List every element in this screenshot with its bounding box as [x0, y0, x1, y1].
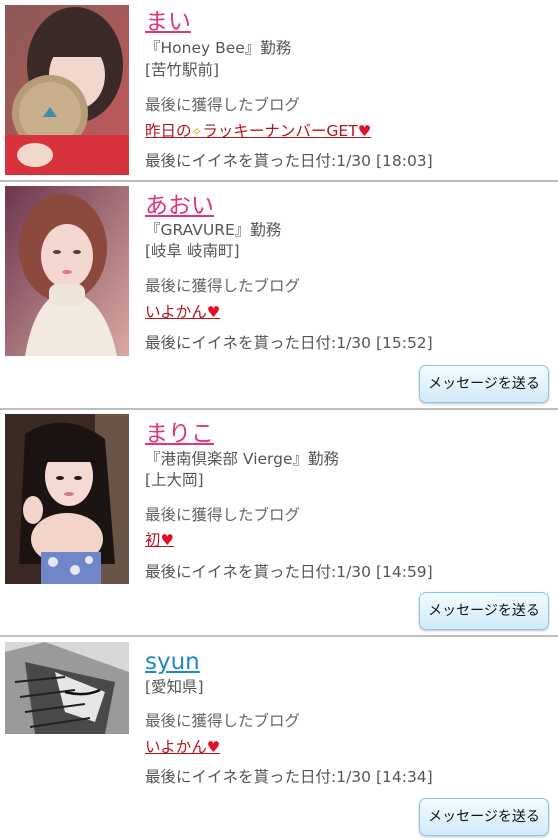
shop-name: 『GRAVURE』勤務 — [145, 221, 282, 239]
last-like-date: 最後にイイネを貰った日付:1/30 [14:34] — [145, 768, 433, 786]
blog-title-part2: ラッキーナンバーGET — [202, 122, 358, 140]
card-divider — [0, 635, 558, 637]
woman-long-hair-photo — [5, 414, 129, 584]
profile-name[interactable]: まりこ — [145, 420, 214, 448]
heart-icon: ♥ — [357, 122, 372, 140]
blog-title: 初 — [145, 531, 161, 549]
woman-turtleneck-photo — [5, 186, 129, 356]
area: [苦竹駅前] — [145, 61, 220, 79]
blog-label: 最後に獲得したブログ — [145, 712, 301, 730]
last-like-date: 最後にイイネを貰った日付:1/30 [15:52] — [145, 334, 433, 352]
card-divider — [0, 180, 558, 182]
heart-icon: ♥ — [206, 303, 221, 321]
profile-name[interactable]: まい — [145, 8, 191, 36]
profile-name[interactable]: あおい — [145, 192, 214, 220]
area: [愛知県] — [145, 678, 204, 696]
profile-photo[interactable] — [5, 414, 129, 584]
woman-holding-coaster-photo — [5, 5, 129, 175]
profile-photo[interactable] — [5, 5, 129, 175]
sparkle-icon: ✧ — [191, 125, 203, 140]
card-divider — [0, 408, 558, 410]
heart-icon: ♥ — [206, 738, 221, 756]
blog-link[interactable]: 昨日の✧ラッキーナンバーGET♥ — [145, 121, 371, 143]
shop-name: 『港南倶楽部 Vierge』勤務 — [145, 450, 340, 468]
blog-link[interactable]: いよかん♥ — [145, 302, 220, 322]
heart-icon: ♥ — [160, 531, 174, 549]
send-message-button[interactable]: メッセージを送る — [419, 798, 549, 836]
blog-title: いよかん — [145, 738, 207, 756]
area: [岐阜 岐南町] — [145, 242, 240, 260]
blog-label: 最後に獲得したブログ — [145, 506, 301, 524]
profile-photo[interactable] — [5, 186, 129, 356]
profile-photo[interactable] — [5, 642, 129, 734]
blog-label: 最後に獲得したブログ — [145, 96, 301, 114]
send-message-button[interactable]: メッセージを送る — [419, 365, 549, 403]
blog-link[interactable]: 初♥ — [145, 530, 174, 550]
last-like-date: 最後にイイネを貰った日付:1/30 [18:03] — [145, 152, 433, 170]
profile-name[interactable]: syun — [145, 648, 200, 676]
blog-title-part1: 昨日の — [145, 122, 192, 140]
send-message-button[interactable]: メッセージを送る — [419, 592, 549, 630]
shop-name: 『Honey Bee』勤務 — [145, 39, 292, 57]
blog-label: 最後に獲得したブログ — [145, 277, 301, 295]
blog-title: いよかん — [145, 303, 207, 321]
manga-sketch-photo — [5, 642, 129, 734]
area: [上大岡] — [145, 471, 204, 489]
last-like-date: 最後にイイネを貰った日付:1/30 [14:59] — [145, 563, 433, 581]
blog-link[interactable]: いよかん♥ — [145, 737, 220, 757]
